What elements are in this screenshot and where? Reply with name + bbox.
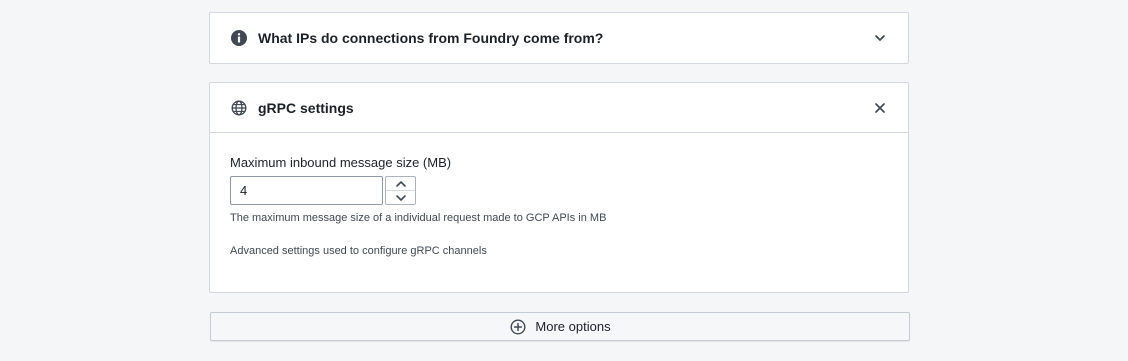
grpc-card-header: gRPC settings [210,83,908,133]
grpc-card-body: Maximum inbound message size (MB) The ma… [210,133,908,257]
globe-icon [230,99,248,117]
grpc-settings-card: gRPC settings Maximum inbound message si… [209,82,909,293]
faq-card: What IPs do connections from Foundry com… [209,12,909,64]
advanced-settings-description: Advanced settings used to configure gRPC… [230,245,487,257]
grpc-title: gRPC settings [258,99,354,116]
more-options-button[interactable]: More options [210,312,910,341]
more-options-label: More options [535,319,611,334]
faq-title: What IPs do connections from Foundry com… [258,30,604,46]
max-message-size-label: Maximum inbound message size (MB) [230,155,452,170]
faq-card-header[interactable]: What IPs do connections from Foundry com… [210,13,908,63]
max-message-size-help: The maximum message size of a individual… [230,212,607,224]
chevron-down-icon[interactable] [870,28,890,48]
max-message-size-row [230,176,888,205]
add-circle-icon [509,318,527,336]
max-message-size-input[interactable] [230,176,383,205]
increment-button[interactable] [386,177,415,190]
decrement-button[interactable] [386,190,415,204]
info-icon [230,29,248,47]
number-stepper [385,176,416,205]
chevron-up-icon [395,180,407,188]
chevron-down-icon [395,194,407,202]
close-icon[interactable] [870,98,890,118]
